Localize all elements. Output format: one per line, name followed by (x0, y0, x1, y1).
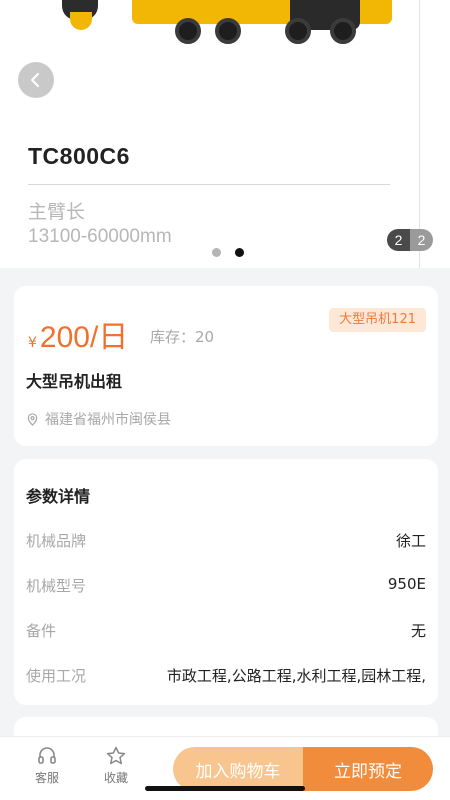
param-row-model: 机械型号 950E (26, 575, 426, 596)
location-pin-icon (27, 412, 38, 426)
slide-divider (419, 0, 420, 268)
location-text: 福建省福州市闽侯县 (45, 412, 171, 428)
star-icon (106, 746, 126, 765)
headset-icon (38, 747, 56, 764)
param-row-conditions: 使用工况 市政工程,公路工程,水利工程,园林工程, (26, 665, 426, 686)
stock-count: 库存：20 (150, 328, 215, 346)
customer-service-label: 客服 (34, 771, 59, 785)
param-value: 950E (387, 575, 426, 593)
param-value: 市政工程,公路工程,水利工程,园林工程, (166, 667, 426, 685)
params-card: 参数详情 机械品牌 徐工 机械型号 950E 备件 无 使用工况 市政工程,公路… (14, 459, 438, 705)
favorite-button[interactable]: 收藏 (91, 745, 141, 786)
carousel-dots (212, 248, 244, 257)
book-now-button[interactable]: 立即预定 (303, 747, 433, 791)
add-to-cart-button[interactable]: 加入购物车 (173, 747, 303, 791)
action-buttons: 加入购物车 立即预定 (173, 747, 433, 791)
spec-label: 主臂长 (28, 201, 86, 223)
home-indicator[interactable] (145, 786, 305, 791)
param-value: 无 (410, 622, 426, 640)
model-name: TC800C6 (28, 143, 130, 169)
carousel-dot[interactable] (212, 248, 221, 257)
param-row-parts: 备件 无 (26, 620, 426, 641)
image-carousel[interactable]: TC800C6 主臂长 13100-60000mm 2 2 (0, 0, 450, 268)
param-key: 使用工况 (26, 667, 87, 685)
carousel-dot-active[interactable] (235, 248, 244, 257)
param-key: 机械型号 (26, 577, 87, 595)
spec-value: 13100-60000mm (28, 226, 172, 247)
currency-symbol: ¥ (28, 335, 37, 351)
param-key: 备件 (26, 622, 57, 640)
slide-total: 2 (410, 229, 433, 251)
crane-truck-image (40, 0, 392, 52)
params-title: 参数详情 (26, 487, 91, 506)
slide-current: 2 (387, 229, 410, 251)
price-value: 200/日 (39, 321, 129, 354)
favorite-label: 收藏 (103, 771, 128, 785)
back-button[interactable] (18, 62, 54, 98)
chevron-left-icon (31, 73, 39, 87)
param-row-brand: 机械品牌 徐工 (26, 530, 426, 551)
price: ¥ 200/日 (28, 312, 128, 356)
param-value: 徐工 (395, 532, 426, 550)
product-info-card: ¥ 200/日 库存：20 大型吊机121 大型吊机出租 福建省福州市闽侯县 (14, 286, 438, 446)
category-tag: 大型吊机121 (329, 308, 426, 332)
slide-counter: 2 2 (387, 229, 433, 251)
param-key: 机械品牌 (26, 532, 87, 550)
customer-service-button[interactable]: 客服 (22, 745, 72, 786)
divider (28, 184, 390, 185)
location: 福建省福州市闽侯县 (26, 409, 171, 429)
product-title: 大型吊机出租 (26, 372, 123, 391)
